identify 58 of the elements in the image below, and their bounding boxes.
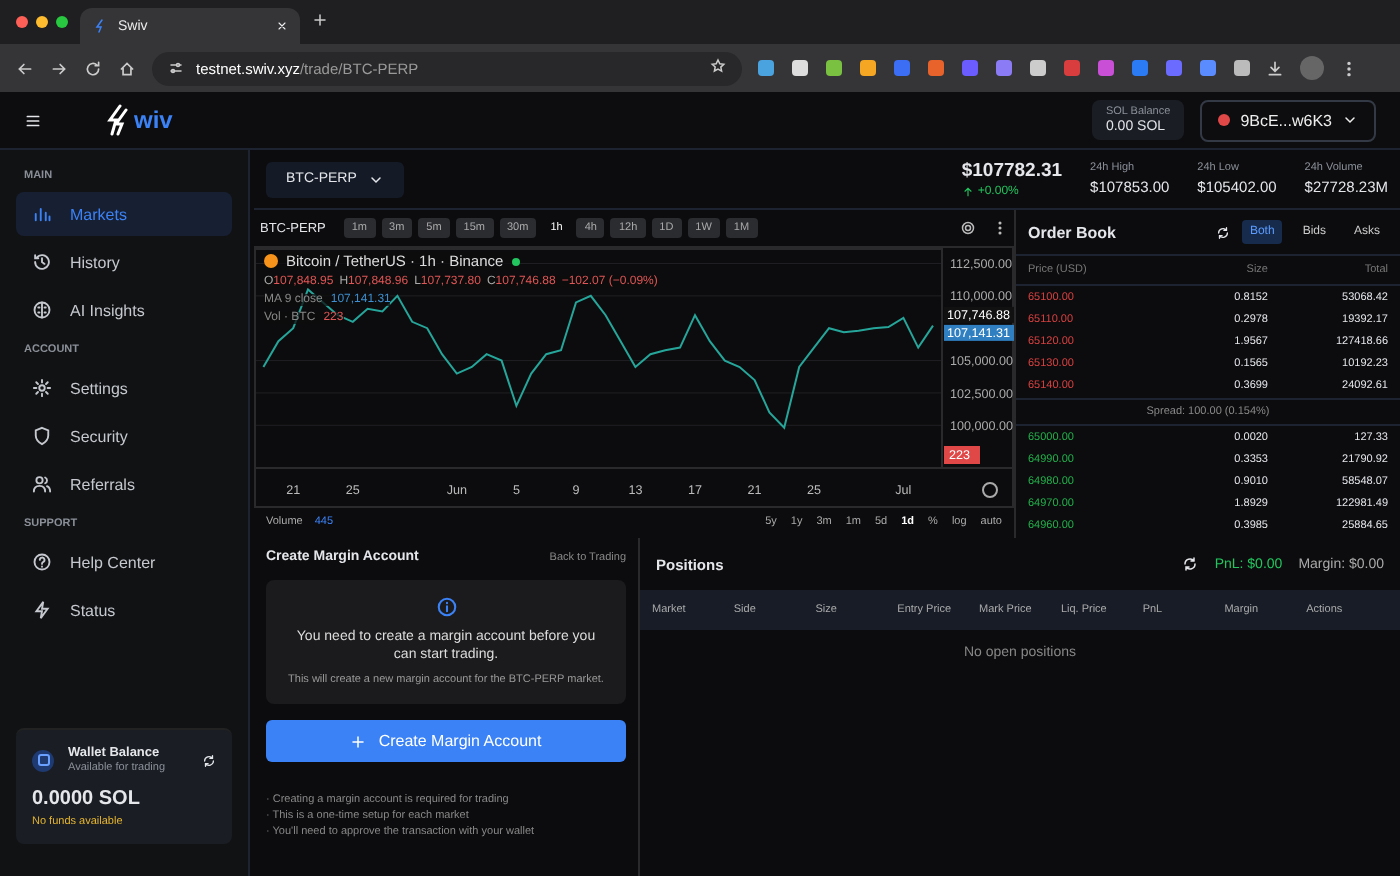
extension-icon[interactable] (996, 60, 1012, 76)
logo[interactable]: wiv (102, 104, 173, 136)
close-icon (276, 20, 288, 32)
bar-chart-icon (32, 204, 52, 224)
nav-item[interactable]: History (16, 240, 232, 284)
new-tab-icon (312, 11, 328, 27)
coin-icon (264, 254, 278, 268)
extension-icon[interactable] (1030, 60, 1046, 76)
up-arrow-icon (961, 186, 974, 198)
shield-icon (32, 426, 52, 446)
refresh-icon (1182, 556, 1199, 572)
nav-item[interactable]: Referrals (16, 462, 232, 506)
extension-icon[interactable] (1064, 60, 1080, 76)
download-icon (1266, 59, 1284, 77)
nav-item[interactable]: Help Center (16, 540, 232, 584)
site-info-icon (168, 60, 184, 76)
users-icon (32, 474, 52, 494)
plus-icon (350, 733, 367, 750)
wallet-amount: 0.0000 SOL (32, 788, 142, 810)
extension-icon[interactable] (792, 60, 808, 76)
forward-icon (50, 59, 68, 77)
nav-item[interactable]: Settings (16, 366, 232, 410)
home-icon (118, 59, 136, 77)
extension-icon[interactable] (1166, 60, 1182, 76)
nav-item[interactable]: Markets (16, 192, 232, 236)
market-price: $107782.31 (961, 160, 1063, 182)
extension-icon[interactable] (826, 60, 842, 76)
nav-item[interactable]: Security (16, 414, 232, 458)
extension-icon[interactable] (1132, 60, 1148, 76)
extension-icon[interactable] (1200, 60, 1216, 76)
star-icon (710, 58, 726, 74)
refresh-icon (202, 753, 216, 767)
nav-item[interactable]: Status (16, 588, 232, 632)
create-account-button[interactable]: Create Margin Account (266, 720, 626, 763)
wallet-button[interactable]: 9BcE...w6K3 (1200, 99, 1376, 141)
extension-icon[interactable] (1098, 60, 1114, 76)
back-icon (16, 59, 34, 77)
wallet-icon (32, 749, 54, 771)
chevron-down-icon (368, 171, 385, 187)
extension-icon[interactable] (894, 60, 910, 76)
profile-avatar[interactable] (1300, 56, 1324, 80)
extension-icon[interactable] (928, 60, 944, 76)
chevron-down-icon (1342, 112, 1358, 128)
favicon-icon (92, 18, 108, 34)
menu-icon (24, 111, 42, 129)
panel-title: Order Book (1028, 223, 1119, 241)
extension-icon[interactable] (758, 60, 774, 76)
lightning-icon (32, 600, 52, 620)
reload-icon (84, 59, 102, 77)
info-icon (435, 596, 457, 618)
nav-item[interactable]: AI Insights (16, 288, 232, 332)
extension-icon[interactable] (860, 60, 876, 76)
help-icon (32, 552, 52, 572)
extension-icon[interactable] (1234, 60, 1250, 76)
history-icon (32, 252, 52, 272)
refresh-icon (1215, 225, 1230, 239)
extension-icon[interactable] (962, 60, 978, 76)
status-dot (511, 257, 520, 265)
